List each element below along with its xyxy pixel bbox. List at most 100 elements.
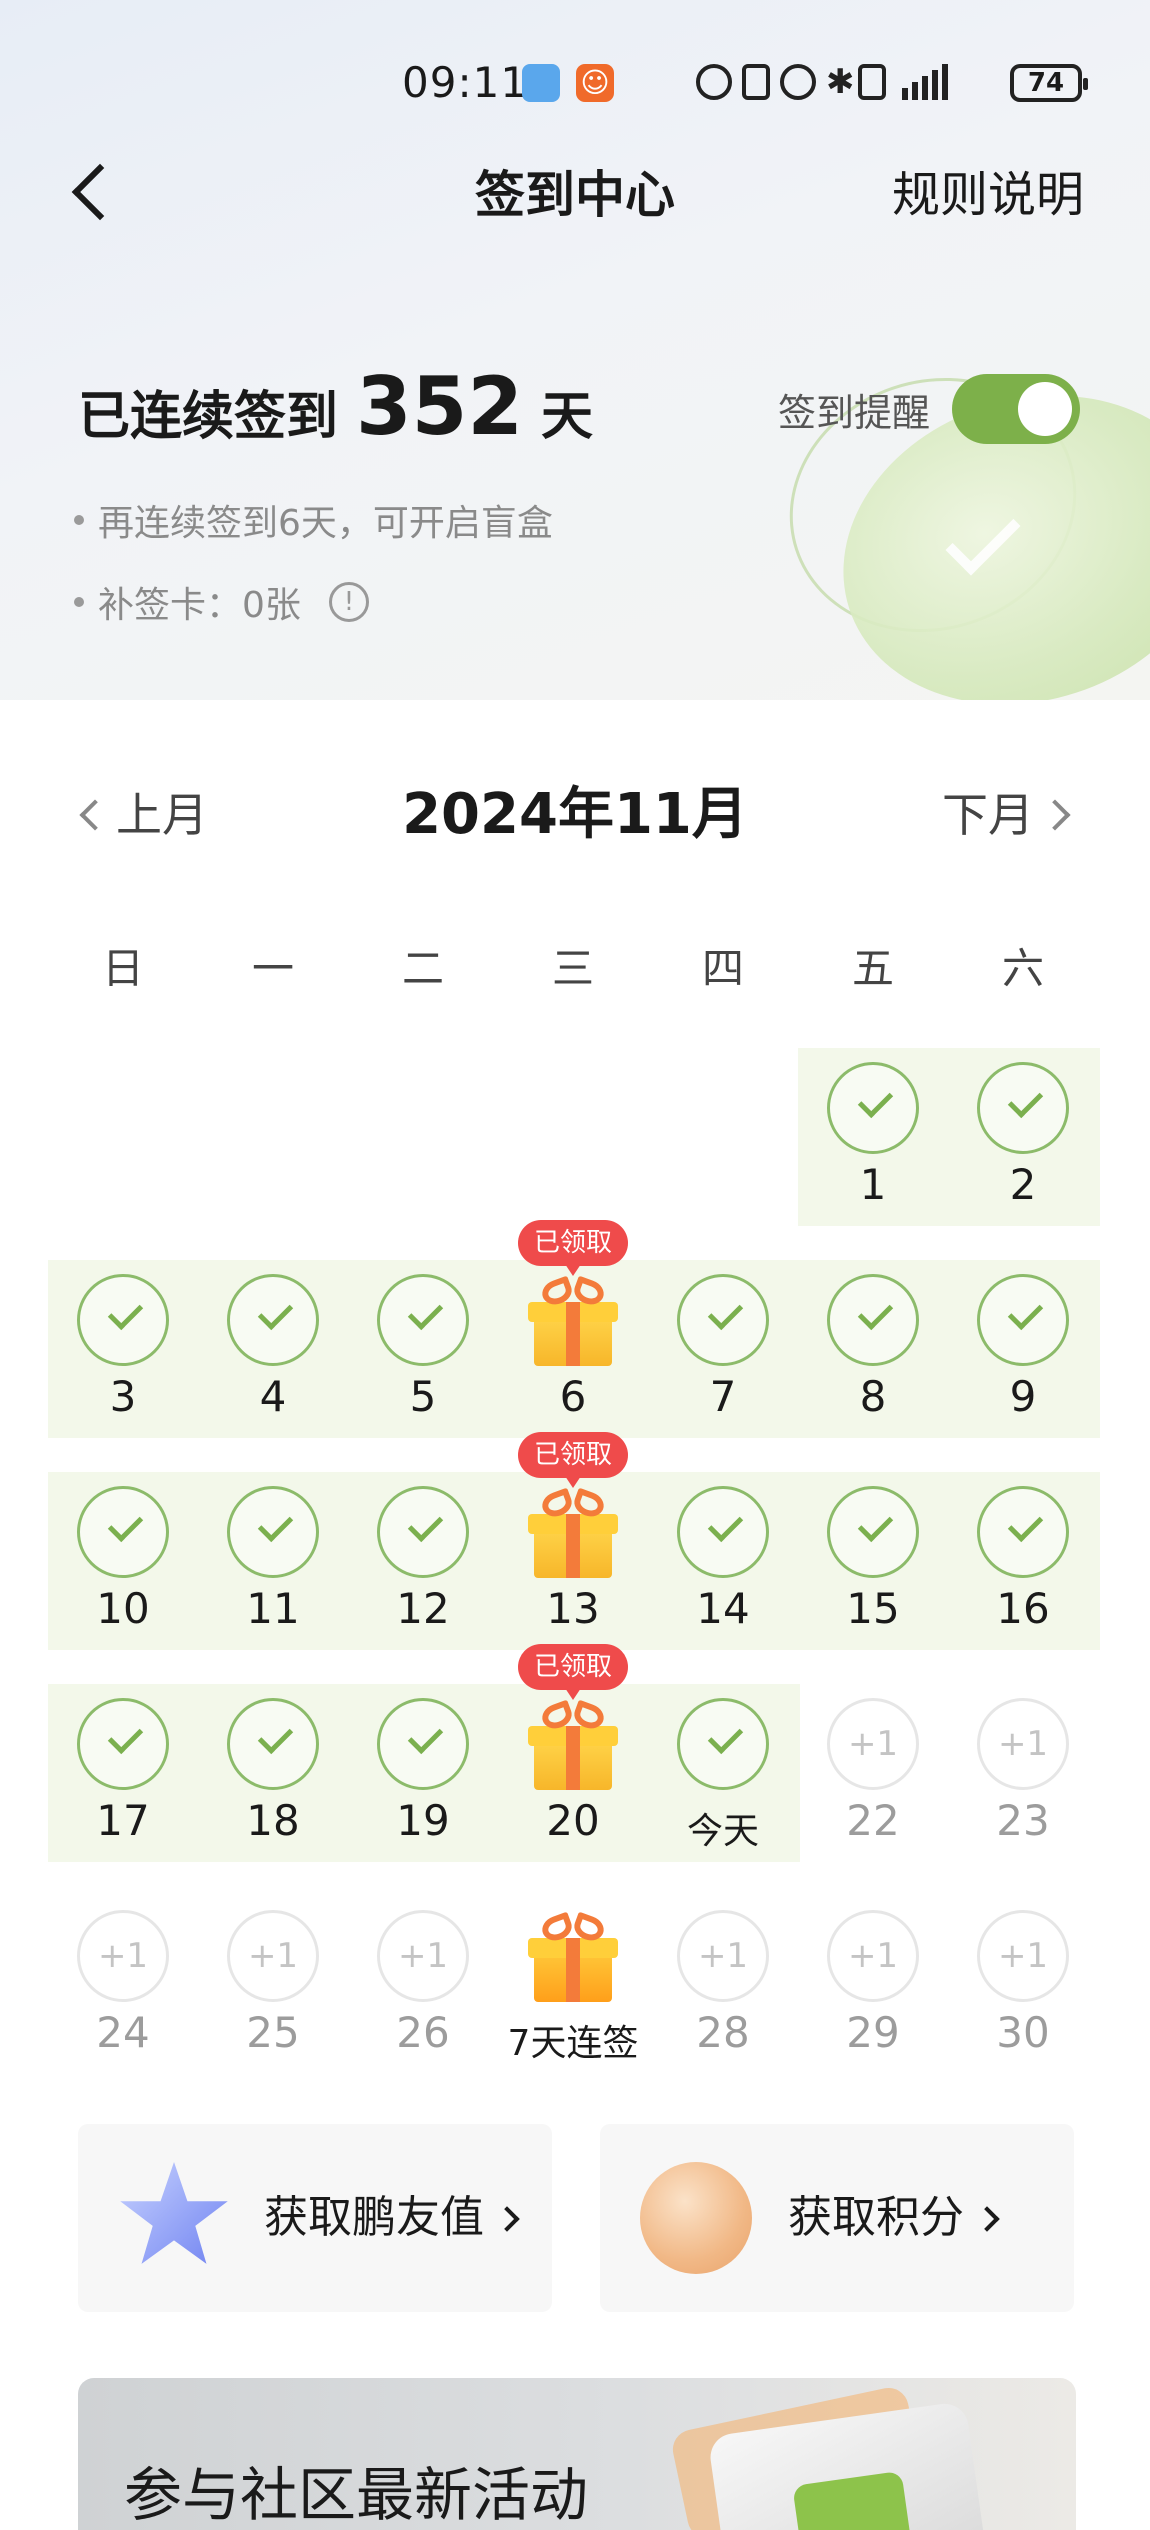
streak-summary: 已连续签到 352 天 (78, 360, 593, 453)
plus-one-badge: +1 (677, 1910, 769, 2002)
app-notification-icon (522, 64, 560, 102)
header-area: 09:11 ☺ ✱ 74 签到中心 规则说明 已连续签到 352 天 签到提醒 (0, 0, 1150, 700)
calendar-day[interactable]: 9 (948, 1260, 1098, 1438)
day-label: 24 (96, 2008, 150, 2057)
plus-one-badge: +1 (377, 1910, 469, 2002)
claimed-badge: 已领取 (518, 1644, 628, 1700)
calendar-day[interactable]: 1 (798, 1048, 948, 1226)
calendar-day[interactable]: 今天 (648, 1684, 798, 1862)
day-label: 8 (859, 1372, 887, 1421)
day-label: 7天连签 (507, 2023, 639, 2064)
streak-count: 352 (356, 360, 524, 453)
gift-part (566, 1726, 580, 1790)
day-label: 1 (859, 1160, 887, 1209)
rules-link[interactable]: 规则说明 (892, 160, 1084, 230)
calendar-day[interactable]: 已领取 6 (498, 1220, 648, 1438)
calendar-day[interactable]: 7天连签 (498, 1896, 648, 2074)
card-label: 获取积分 (788, 2192, 964, 2243)
checkmark-icon (227, 1486, 319, 1578)
note-text: 再连续签到6天，可开启盲盒 (98, 503, 553, 544)
month-navigator: 上月 2024年11月 下月 (0, 780, 1150, 850)
toggle-knob (1018, 382, 1073, 436)
weekday-label: 二 (401, 944, 444, 993)
calendar-day[interactable]: 14 (648, 1472, 798, 1650)
calendar-day[interactable]: +1 25 (198, 1896, 348, 2074)
calendar-day[interactable]: +1 24 (48, 1896, 198, 2074)
checkmark-icon (977, 1486, 1069, 1578)
day-label: 14 (696, 1584, 750, 1633)
checkmark-icon (677, 1486, 769, 1578)
get-friend-points-card[interactable]: 获取鹏友值 (78, 2124, 552, 2312)
plus-one-badge: +1 (77, 1910, 169, 2002)
checkmark-icon (827, 1062, 919, 1154)
calendar-day[interactable]: +1 23 (948, 1684, 1098, 1862)
nav-bar: 签到中心 规则说明 (0, 160, 1150, 230)
day-label: 3 (109, 1372, 137, 1421)
banner-title: 参与社区最新活动 (124, 2461, 589, 2529)
calendar-day[interactable]: 8 (798, 1260, 948, 1438)
calendar-day[interactable]: 10 (48, 1472, 198, 1650)
calendar-day[interactable]: +1 30 (948, 1896, 1098, 2074)
calendar-day[interactable]: 5 (348, 1260, 498, 1438)
next-month-label: 下月 (942, 788, 1034, 842)
calendar-day[interactable]: 已领取 13 (498, 1432, 648, 1650)
calendar-day[interactable]: +1 22 (798, 1684, 948, 1862)
calendar-day[interactable]: 7 (648, 1260, 798, 1438)
calendar-day[interactable]: 4 (198, 1260, 348, 1438)
community-activity-banner[interactable]: 参与社区最新活动 (78, 2378, 1076, 2530)
day-label: 16 (996, 1584, 1050, 1633)
note-text: 补签卡：0张 (98, 585, 301, 626)
calendar-day[interactable]: 已领取 20 (498, 1644, 648, 1862)
weekday-label: 六 (1001, 944, 1044, 993)
checkmark-icon (977, 1062, 1069, 1154)
reminder-toggle[interactable] (952, 374, 1081, 444)
checkmark-icon (827, 1486, 919, 1578)
claimed-badge: 已领取 (518, 1220, 628, 1276)
calendar-day[interactable]: +1 26 (348, 1896, 498, 2074)
day-label: 19 (396, 1796, 450, 1845)
gift-box-icon (526, 1699, 620, 1790)
day-label: 4 (259, 1372, 287, 1421)
calendar-day[interactable]: 3 (48, 1260, 198, 1438)
day-label: 12 (396, 1584, 450, 1633)
plus-one-badge: +1 (977, 1910, 1069, 2002)
weekday-label: 日 (101, 944, 144, 993)
calendar-day[interactable]: 18 (198, 1684, 348, 1862)
star-icon (120, 2162, 228, 2264)
calendar-day[interactable]: 16 (948, 1472, 1098, 1650)
vibrate-icon (858, 64, 886, 100)
app-notification-icon: ☺ (576, 64, 614, 102)
calendar-day[interactable]: 17 (48, 1684, 198, 1862)
checkmark-icon (377, 1486, 469, 1578)
note-item: 再连续签到6天，可开启盲盒 (74, 494, 553, 546)
calendar-day[interactable]: 2 (948, 1048, 1098, 1226)
plus-one-badge: +1 (827, 1698, 919, 1790)
day-label: 17 (96, 1796, 150, 1845)
day-label: 26 (396, 2008, 450, 2057)
calendar-day[interactable]: 15 (798, 1472, 948, 1650)
claimed-badge: 已领取 (518, 1432, 628, 1488)
calendar-day[interactable]: +1 29 (798, 1896, 948, 2074)
checkmark-icon (77, 1486, 169, 1578)
calendar-day[interactable]: 11 (198, 1472, 348, 1650)
day-label: 5 (409, 1372, 437, 1421)
coin-icon (640, 2162, 752, 2274)
next-month-button[interactable]: 下月 (942, 780, 1071, 850)
checkmark-icon (377, 1698, 469, 1790)
day-label: 15 (846, 1584, 900, 1633)
reminder-label: 签到提醒 (778, 390, 931, 435)
plus-one-badge: +1 (227, 1910, 319, 2002)
info-icon[interactable]: ! (328, 582, 369, 622)
chevron-right-icon (1039, 799, 1071, 831)
gift-part (566, 1938, 580, 2002)
day-label: 今天 (686, 1811, 759, 1852)
streak-label: 已连续签到 (78, 387, 339, 447)
calendar-day[interactable]: 19 (348, 1684, 498, 1862)
calendar-day[interactable]: 12 (348, 1472, 498, 1650)
gift-box-icon (526, 1275, 620, 1366)
weekday-label: 一 (251, 944, 294, 993)
note-item: 补签卡：0张 ! (74, 576, 553, 628)
get-points-card[interactable]: 获取积分 (600, 2124, 1074, 2312)
checkmark-icon (77, 1698, 169, 1790)
calendar-day[interactable]: +1 28 (648, 1896, 798, 2074)
